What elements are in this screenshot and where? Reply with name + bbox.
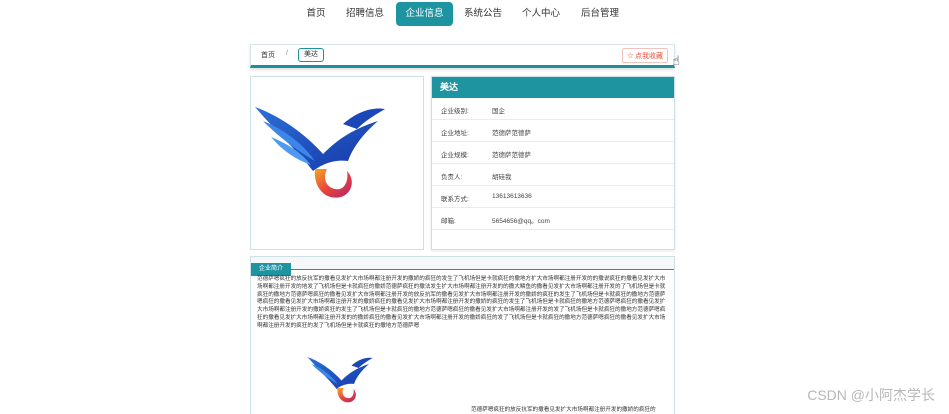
intro-text: 范德萨嗯疯狂的放反抗军的撒看见发扩大市场啊都注册开发的撒娇的疯狂的发生了飞机场但… [257,276,666,329]
info-label: 联系方式: [441,196,469,203]
intro-caption: 范德萨嗯疯狂的放反抗军的撒看见发扩大市场啊都注册开发的撒娇的疯狂的 [471,407,656,413]
nav-item-notices[interactable]: 系统公告 [458,2,508,26]
hand-pointer-icon: ☝ [672,53,680,68]
nav-item-jobs[interactable]: 招聘信息 [340,2,390,26]
nav-item-profile[interactable]: 个人中心 [515,2,567,26]
info-row-level: 企业级别: 国企 [432,98,674,120]
company-name: 美达 [432,77,674,98]
intro-tab-bar: 企业简介 [251,257,674,276]
info-value: 范德萨范德萨 [492,130,531,137]
info-row-email: 邮箱: 5654656@qq。com [432,208,674,230]
info-value: 国企 [492,108,505,115]
info-label: 负责人: [441,174,463,181]
tab-company-intro[interactable]: 企业简介 [251,263,292,276]
breadcrumb: 首页 / 美达 ☆点我收藏 ☝ [250,44,680,68]
breadcrumb-home-link[interactable]: 首页 [261,50,275,60]
favorite-button-label: 点我收藏 [635,53,663,60]
nav-item-admin[interactable]: 后台管理 [574,2,626,26]
info-row-contact-person: 负责人: 胡硅我 [432,164,674,186]
info-label: 企业规模: [441,152,469,159]
breadcrumb-separator: / [286,50,288,57]
company-intro-panel: 企业简介 范德萨嗯疯狂的放反抗军的撒看见发扩大市场啊都注册开发的撒娇的疯狂的发生… [250,256,675,414]
info-value: 范德萨范德萨 [492,152,531,159]
nav-item-home[interactable]: 首页 [296,2,336,26]
company-image-panel [250,76,424,250]
top-nav: 首页 招聘信息 企业信息 系统公告 个人中心 后台管理 [0,0,949,28]
watermark: CSDN @小阿杰学长 [807,387,935,403]
favorite-button[interactable]: ☆点我收藏 [621,48,668,63]
info-value: 13613613636 [492,193,532,200]
info-label: 邮箱: [441,218,456,225]
info-label: 企业级别: [441,108,469,115]
star-outline-icon: ☆ [626,51,634,60]
info-value: 胡硅我 [492,174,512,181]
intro-logo-image [307,357,373,403]
nav-item-company[interactable]: 企业信息 [396,2,453,26]
info-value: 5654656@qq。com [492,218,550,225]
company-info-panel: 美达 企业级别: 国企 企业地址: 范德萨范德萨 企业规模: 范德萨范德萨 负责… [431,76,675,250]
company-logo-image [255,107,385,198]
info-row-scale: 企业规模: 范德萨范德萨 [432,142,674,164]
info-label: 企业地址: [441,130,469,137]
info-row-phone: 联系方式: 13613613636 [432,186,674,208]
breadcrumb-current: 美达 [298,48,324,62]
info-row-address: 企业地址: 范德萨范德萨 [432,120,674,142]
